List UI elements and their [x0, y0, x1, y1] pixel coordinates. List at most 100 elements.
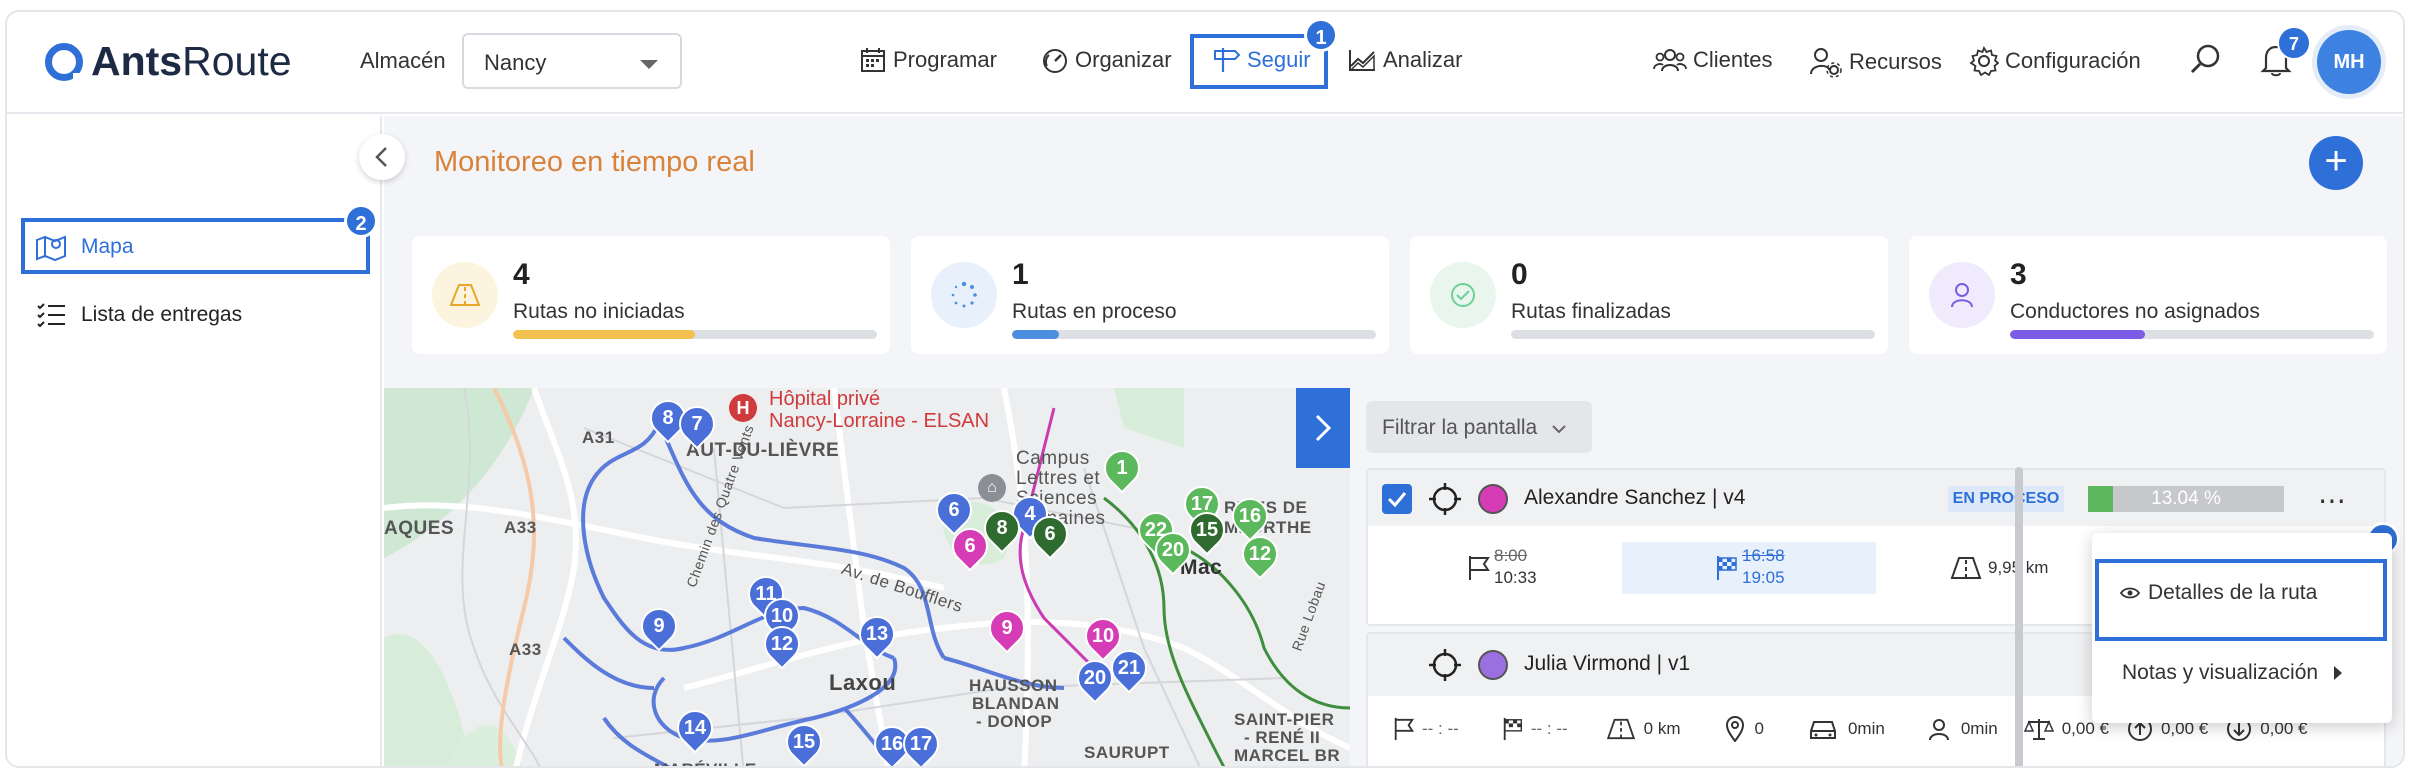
- stat-count: 0: [1511, 258, 1528, 291]
- road-icon: [432, 262, 498, 328]
- nav-clientes[interactable]: Clientes: [1653, 46, 1772, 74]
- almacen-select[interactable]: Nancy: [462, 33, 682, 89]
- nav-analizar-label: Analizar: [1383, 47, 1463, 72]
- route-card-header: Alexandre Sanchez | v4 EN PROCESO 13.04 …: [1368, 470, 2384, 526]
- almacen-label: Almacén: [360, 48, 446, 73]
- caret-right-icon: [2334, 666, 2343, 680]
- stat-label: Conductores no asignados: [2010, 300, 2260, 323]
- map-label-campus: Campus: [1016, 448, 1090, 469]
- resources-icon: [1810, 48, 1842, 78]
- chart-icon: [1349, 50, 1375, 71]
- map-label-saint-pierre: SAINT-PIER: [1234, 710, 1335, 729]
- hospital-label-2: Nancy-Lorraine - ELSAN: [769, 410, 990, 432]
- stat-card-in-progress: 1 Rutas en proceso: [911, 236, 1389, 354]
- locate-route-button[interactable]: [1428, 648, 1462, 687]
- stat-label: Rutas no iniciadas: [513, 300, 685, 323]
- logo-icon: [45, 42, 85, 81]
- route-color-dot[interactable]: [1478, 484, 1508, 514]
- hospital-marker[interactable]: H: [729, 394, 757, 422]
- map-label-saurupt: SAURUPT: [1084, 743, 1170, 762]
- stat-count: 1: [1012, 258, 1029, 291]
- route-color-dot[interactable]: [1478, 650, 1508, 680]
- logo-text-light: Route: [182, 38, 292, 84]
- crosshair-icon: [1429, 483, 1461, 515]
- checkered-flag-icon: [1714, 554, 1740, 587]
- chevron-down-icon: [1552, 425, 1566, 434]
- hospital-label: Hôpital privé: [769, 388, 881, 410]
- app-window: AntsRoute Almacén Nancy Programar Organi…: [5, 10, 2405, 768]
- person-icon: [1928, 719, 1949, 741]
- chevron-down-icon: [640, 60, 658, 69]
- top-header: AntsRoute Almacén Nancy Programar Organi…: [7, 12, 2403, 114]
- search-button[interactable]: [2189, 42, 2223, 81]
- routes-scrollbar[interactable]: [2015, 467, 2023, 766]
- person-icon: [1929, 262, 1995, 328]
- stat-label: Rutas en proceso: [1012, 300, 1177, 323]
- route-driver-name: Julia Virmond | v1: [1524, 652, 1691, 675]
- nav-organizar[interactable]: Organizar: [1041, 46, 1172, 74]
- stat-progress-fill: [2010, 330, 2145, 339]
- road-icon: [1950, 556, 1982, 585]
- map-label-aques: AQUES: [384, 518, 455, 539]
- antsroute-logo[interactable]: AntsRoute: [45, 38, 292, 85]
- route-end: -- : --: [1530, 719, 1568, 738]
- checkered-flag-icon: [1503, 717, 1522, 741]
- map-label-mareville: MARÉVILLE: [654, 760, 757, 766]
- annotation-badge-2: 2: [344, 204, 378, 238]
- route-work-time: 0min: [1960, 719, 1998, 738]
- add-button[interactable]: +: [2309, 136, 2363, 190]
- nav-recursos[interactable]: Recursos: [1809, 46, 1942, 78]
- logo-text-bold: Ants: [91, 38, 183, 84]
- filter-screen-button[interactable]: Filtrar la pantalla: [1366, 401, 1592, 453]
- map-label-a31: A31: [582, 428, 615, 447]
- annotation-badge-1: 1: [1304, 18, 1338, 52]
- nav-programar[interactable]: Programar: [859, 46, 997, 74]
- more-options-icon[interactable]: ⋯: [2318, 484, 2348, 517]
- map-label-rene: - RENÉ II: [1244, 728, 1321, 747]
- toggle-map-panel-button[interactable]: [1296, 388, 1350, 468]
- map-label-hausson: HAUSSON: [969, 676, 1058, 695]
- almacen-select-value: Nancy: [484, 50, 547, 75]
- road-icon: [1606, 718, 1635, 740]
- map-label-a33: A33: [504, 518, 537, 537]
- highlight-route-details: [2095, 559, 2387, 641]
- map-label-campus-2: Lettres et: [1016, 468, 1101, 489]
- nav-analizar[interactable]: Analizar: [1347, 46, 1462, 74]
- stat-progress-bar: [1012, 330, 1376, 339]
- stat-card-unassigned: 3 Conductores no asignados: [1909, 236, 2387, 354]
- stat-progress-bar: [1511, 330, 1875, 339]
- nav-recursos-label: Recursos: [1849, 49, 1942, 74]
- nav-configuracion[interactable]: Configuración: [1969, 46, 2141, 76]
- stat-progress-bar: [513, 330, 877, 339]
- route-stops: 0: [1754, 719, 1764, 738]
- route-driver-name: Alexandre Sanchez | v4: [1524, 486, 1746, 509]
- search-icon: [2190, 44, 2220, 74]
- user-avatar[interactable]: MH: [2317, 30, 2381, 94]
- spinner-icon: [931, 262, 997, 328]
- stat-count: 4: [513, 258, 530, 291]
- check-icon: [1430, 262, 1496, 328]
- sidebar-item-lista[interactable]: Lista de entregas: [35, 300, 242, 330]
- collapse-sidebar-button[interactable]: [359, 134, 405, 180]
- car-icon: [1809, 721, 1836, 739]
- route-checkbox[interactable]: [1382, 484, 1412, 514]
- flag-icon: [1394, 717, 1415, 741]
- map-label-blandan: BLANDAN: [972, 694, 1060, 713]
- sidebar-item-lista-label: Lista de entregas: [81, 303, 243, 326]
- route-map[interactable]: A31 A33 A33 AUT-DU-LIÈVRE AQUES Laxou Ca…: [384, 388, 1350, 766]
- locate-route-button[interactable]: [1428, 482, 1462, 521]
- route-options-menu: Detalles de la ruta Notas y visualizació…: [2092, 533, 2392, 723]
- stat-progress-fill: [513, 330, 695, 339]
- stat-progress-fill: [1012, 330, 1060, 339]
- map-label-donop: - DONOP: [976, 712, 1053, 731]
- route-progress-bar: 13.04 %: [2088, 486, 2284, 512]
- nav-programar-label: Programar: [893, 47, 997, 72]
- list-icon: [37, 303, 65, 328]
- route-end-actual: 19:05: [1742, 568, 1785, 587]
- route-start: -- : --: [1422, 719, 1459, 738]
- calendar-icon: [861, 48, 885, 72]
- menu-item-notes-label: Notas y visualización: [2122, 661, 2319, 684]
- stat-card-finished: 0 Rutas finalizadas: [1410, 236, 1888, 354]
- menu-item-notes[interactable]: Notas y visualización: [2122, 661, 2343, 685]
- gauge-icon: [1043, 49, 1067, 73]
